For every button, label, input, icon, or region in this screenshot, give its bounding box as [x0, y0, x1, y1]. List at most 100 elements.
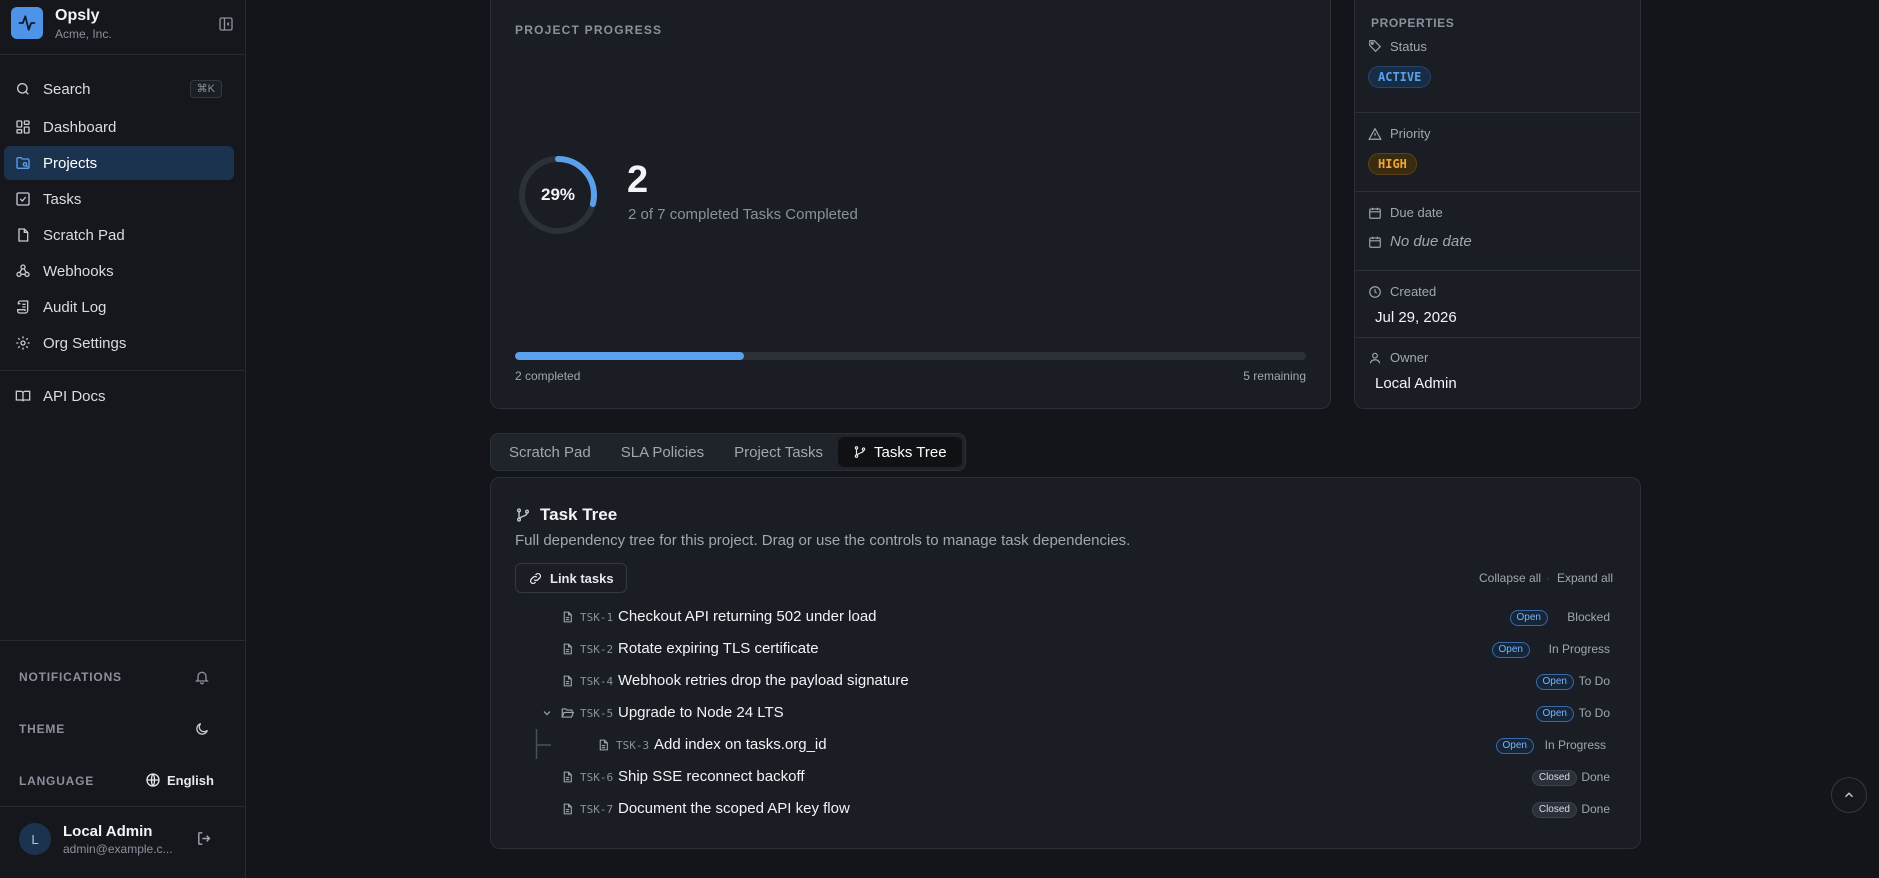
completed-count: 2: [627, 159, 649, 201]
search-shortcut: ⌘K: [189, 80, 222, 98]
file-icon: [561, 802, 574, 816]
tab-tasks-tree[interactable]: Tasks Tree: [838, 437, 962, 467]
task-id: TSK-6: [580, 771, 614, 784]
tab-scratch-pad[interactable]: Scratch Pad: [494, 437, 606, 467]
tree-row[interactable]: TSK-5 Upgrade to Node 24 LTS Open To Do: [491, 697, 1642, 729]
nav-item-scratch-pad[interactable]: Scratch Pad: [4, 218, 234, 252]
link-icon: [528, 571, 543, 586]
chevron-up-icon: [1842, 788, 1856, 802]
search-icon: [15, 81, 31, 97]
progress-percent: 29%: [540, 185, 576, 204]
task-status: Done: [1581, 770, 1610, 784]
task-title[interactable]: Checkout API returning 502 under load: [618, 608, 877, 625]
link-tasks-button[interactable]: Link tasks: [515, 563, 627, 593]
status-property: Status ACTIVE: [1355, 33, 1640, 112]
task-title[interactable]: Ship SSE reconnect backoff: [618, 768, 805, 785]
brand-name: Opsly: [55, 7, 100, 24]
clock-icon: [1368, 285, 1382, 299]
expand-all-button[interactable]: Expand all: [1557, 571, 1613, 585]
tab-label: Tasks Tree: [874, 443, 947, 461]
progress-bar: [515, 352, 1306, 360]
completed-summary: 2 of 7 completed Tasks Completed: [628, 206, 858, 223]
task-title[interactable]: Add index on tasks.org_id: [654, 736, 827, 753]
avatar[interactable]: L: [19, 823, 51, 855]
globe-icon: [145, 772, 161, 788]
task-id: TSK-3: [616, 739, 650, 752]
nav-item-dashboard[interactable]: Dashboard: [4, 110, 234, 144]
state-pill: Closed: [1531, 770, 1577, 786]
tree-row[interactable]: TSK-2 Rotate expiring TLS certificate Op…: [491, 633, 1642, 665]
task-title[interactable]: Webhook retries drop the payload signatu…: [618, 672, 909, 689]
priority-label: Priority: [1390, 126, 1431, 141]
progress-bar-fill: [515, 352, 745, 360]
task-title[interactable]: Rotate expiring TLS certificate: [618, 640, 819, 657]
nav-item-projects[interactable]: Projects: [4, 146, 234, 180]
nav-item-label: Org Settings: [43, 334, 127, 352]
task-status: In Progress: [1544, 738, 1606, 752]
sidebar-collapse-icon[interactable]: [217, 15, 235, 33]
task-title[interactable]: Upgrade to Node 24 LTS: [618, 704, 784, 721]
status-label: Status: [1390, 39, 1427, 54]
moon-icon[interactable]: [194, 721, 210, 737]
nav-search[interactable]: Search ⌘K: [4, 72, 234, 106]
tree-row-child[interactable]: TSK-3 Add index on tasks.org_id Open In …: [491, 729, 1642, 761]
calendar-icon: [1368, 206, 1382, 220]
state-pill: Open: [1509, 610, 1548, 626]
nav-item-api-docs[interactable]: API Docs: [4, 379, 234, 413]
user-email: admin@example.c...: [63, 842, 173, 856]
theme-label: THEME: [19, 722, 65, 736]
language-value: English: [167, 772, 214, 788]
owner-value: Local Admin: [1375, 375, 1457, 392]
book-icon: [15, 388, 31, 404]
priority-property: Priority HIGH: [1355, 112, 1640, 191]
controls-separator: ·: [1546, 571, 1550, 585]
tree-row[interactable]: TSK-7 Document the scoped API key flow C…: [491, 793, 1642, 825]
nav-item-webhooks[interactable]: Webhooks: [4, 254, 234, 288]
brand-org: Acme, Inc.: [55, 27, 112, 41]
priority-badge[interactable]: HIGH: [1368, 153, 1417, 175]
git-branch-icon: [853, 445, 867, 459]
collapse-all-button[interactable]: Collapse all: [1479, 571, 1541, 585]
brand[interactable]: Opsly Acme, Inc.: [11, 7, 235, 47]
scroll-icon: [15, 299, 31, 315]
project-tabs: Scratch Pad SLA Policies Project Tasks T…: [490, 433, 966, 471]
task-status: Done: [1581, 802, 1610, 816]
tree-row[interactable]: TSK-1 Checkout API returning 502 under l…: [491, 601, 1642, 633]
tree-row[interactable]: TSK-4 Webhook retries drop the payload s…: [491, 665, 1642, 697]
nav-item-label: Scratch Pad: [43, 226, 125, 244]
nav-item-audit-log[interactable]: Audit Log: [4, 290, 234, 324]
gear-icon: [15, 335, 31, 351]
owner-label: Owner: [1390, 350, 1429, 365]
notifications-label: NOTIFICATIONS: [19, 670, 122, 684]
remaining-text: 5 remaining: [1243, 369, 1306, 383]
nav-search-label: Search: [43, 80, 91, 98]
file-icon: [561, 610, 574, 624]
file-icon: [561, 642, 574, 656]
chevron-down-icon[interactable]: [541, 707, 553, 719]
progress-card-label: PROJECT PROGRESS: [515, 23, 663, 37]
check-square-icon: [15, 191, 31, 207]
nav-item-org-settings[interactable]: Org Settings: [4, 326, 234, 360]
created-value: Jul 29, 2026: [1375, 309, 1457, 326]
alert-triangle-icon: [1368, 127, 1382, 141]
scroll-to-top-button[interactable]: [1831, 777, 1867, 813]
task-title[interactable]: Document the scoped API key flow: [618, 800, 850, 817]
status-badge[interactable]: ACTIVE: [1368, 66, 1432, 88]
tab-sla-policies[interactable]: SLA Policies: [606, 437, 719, 467]
bell-icon[interactable]: [194, 669, 210, 685]
tree-row[interactable]: TSK-6 Ship SSE reconnect backoff Closed …: [491, 761, 1642, 793]
state-pill: Open: [1535, 706, 1574, 722]
nav-item-tasks[interactable]: Tasks: [4, 182, 234, 216]
user-name: Local Admin: [63, 823, 153, 840]
git-branch-icon: [515, 507, 531, 523]
due-date-value[interactable]: No due date: [1390, 233, 1472, 250]
tab-project-tasks[interactable]: Project Tasks: [719, 437, 838, 467]
nav-item-label: Dashboard: [43, 118, 117, 136]
language-select[interactable]: English: [145, 772, 214, 788]
calendar-icon: [1368, 235, 1382, 249]
created-property: Created Jul 29, 2026: [1355, 270, 1640, 337]
task-status: Blocked: [1567, 610, 1610, 624]
task-id: TSK-1: [580, 611, 614, 624]
sidebar-divider: [0, 370, 246, 371]
logout-icon[interactable]: [196, 830, 213, 847]
